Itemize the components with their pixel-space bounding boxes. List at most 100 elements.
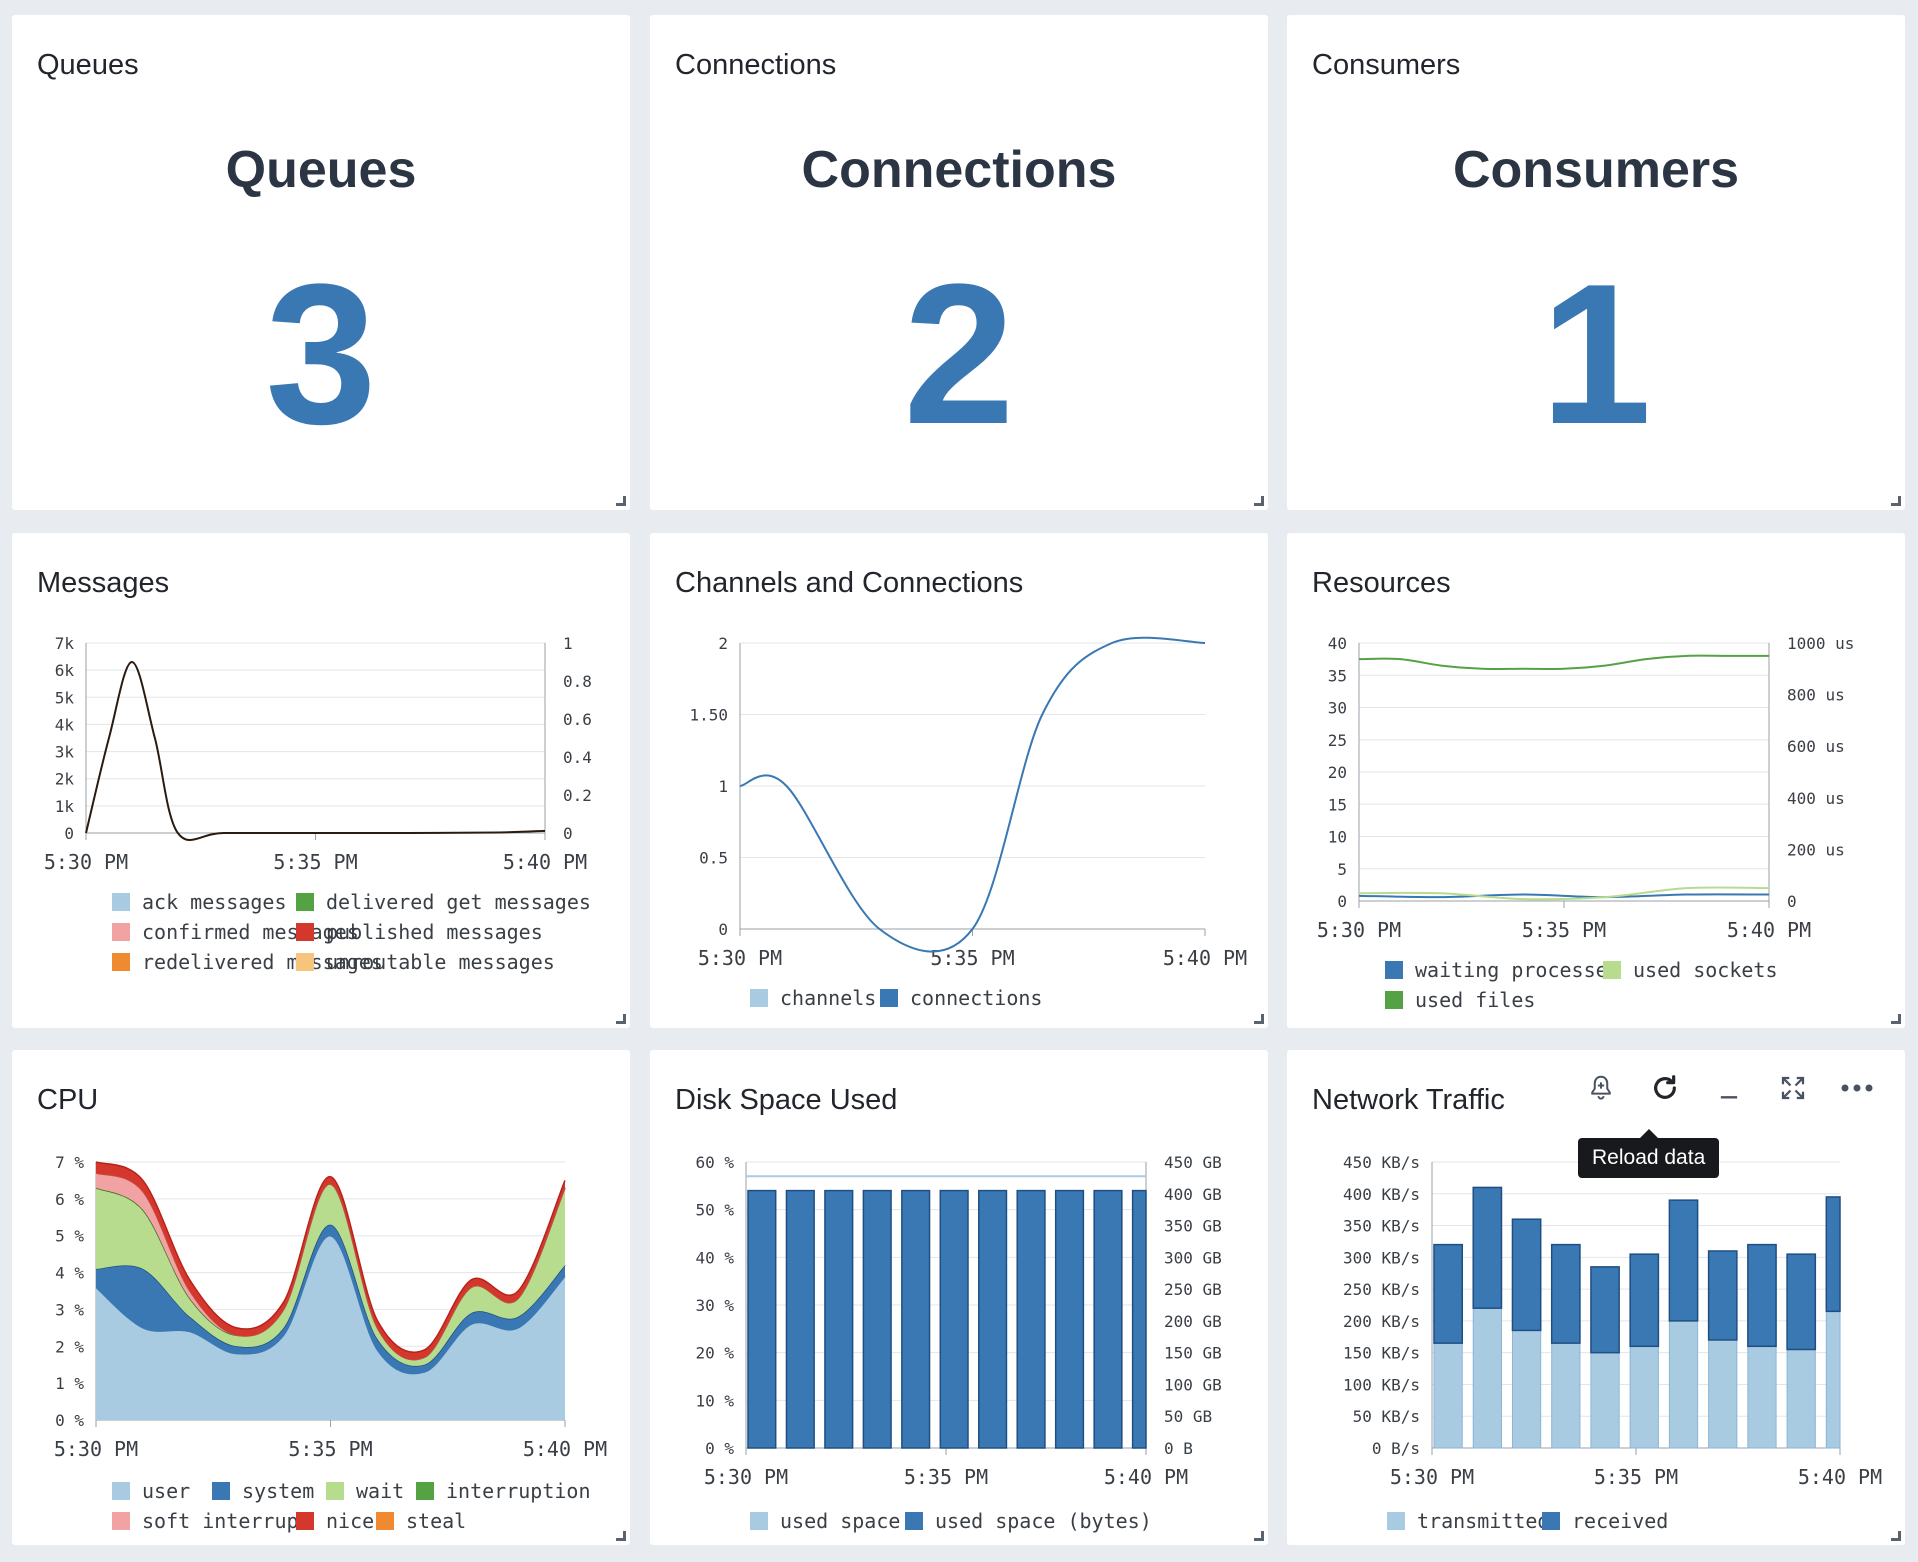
received-bar — [1472, 1186, 1503, 1309]
disk-panel: Disk Space Used 60 % 50 % 40 % 30 % 20 % 10 %… — [650, 1050, 1268, 1545]
transmitted-bar — [1708, 1339, 1738, 1449]
y-tick-label-right: 100 GB — [1164, 1375, 1222, 1394]
transmitted-bar — [1786, 1348, 1816, 1449]
legend-label: nice — [326, 1509, 374, 1533]
y-tick-label: 20 — [1328, 763, 1347, 782]
more-icon — [1841, 1084, 1873, 1092]
y-tick-label: 1 % — [55, 1374, 84, 1393]
y-tick-label-right: 0 — [563, 824, 573, 843]
panel-title: Queues — [37, 49, 139, 81]
legend-swatch — [416, 1482, 434, 1500]
transmitted-bar — [1825, 1310, 1841, 1449]
resize-handle[interactable] — [1254, 1531, 1264, 1541]
legend-swatch — [905, 1512, 923, 1530]
more-button[interactable] — [1839, 1070, 1875, 1106]
legend-label: published messages — [326, 920, 543, 944]
resize-handle[interactable] — [616, 496, 626, 506]
cpu-chart: 7 % 6 % 5 % 4 % 3 % 2 % 1 % 0 % 5:30 PM 5:35 PM 5:… — [54, 1153, 607, 1533]
reload-button[interactable] — [1647, 1070, 1683, 1106]
resize-handle[interactable] — [616, 1014, 626, 1024]
x-tick-label: 5:35 PM — [1594, 1465, 1678, 1489]
x-tick-label: 5:40 PM — [503, 850, 587, 874]
y-tick-label-right: 300 GB — [1164, 1248, 1222, 1267]
legend-swatch — [112, 923, 130, 941]
y-tick-label: 60 % — [695, 1153, 734, 1172]
reload-icon — [1654, 1075, 1676, 1099]
stat-label: Queues — [225, 141, 417, 199]
resize-handle[interactable] — [616, 1531, 626, 1541]
received-bar — [1590, 1266, 1620, 1354]
disk-bar — [978, 1189, 1008, 1449]
legend-label: wait — [356, 1479, 404, 1503]
queues-panel: Queues Queues 3 — [12, 15, 630, 510]
resize-handle[interactable] — [1254, 496, 1264, 506]
y-tick-label: 350 KB/s — [1343, 1217, 1420, 1236]
y-tick-label-right: 0.6 — [563, 710, 592, 729]
transmitted-bar — [1433, 1342, 1463, 1449]
y-tick-label-right: 200 GB — [1164, 1312, 1222, 1331]
x-tick-label: 5:30 PM — [44, 850, 128, 874]
x-tick-label: 5:40 PM — [523, 1437, 607, 1461]
disk-bar — [1016, 1189, 1046, 1449]
x-tick-label: 5:35 PM — [288, 1437, 372, 1461]
minimize-button[interactable] — [1711, 1070, 1747, 1106]
x-tick-label: 5:35 PM — [273, 850, 357, 874]
received-bar — [1747, 1243, 1777, 1348]
y-tick-label-right: 1 — [563, 634, 573, 653]
legend-label: channels — [780, 986, 876, 1010]
y-tick-label-right: 0.8 — [563, 672, 592, 691]
legend-label: received — [1572, 1509, 1668, 1533]
x-tick-label: 5:30 PM — [698, 946, 782, 970]
y-tick-label: 35 — [1328, 666, 1347, 685]
legend-label: user — [142, 1479, 190, 1503]
disk-bar — [747, 1189, 777, 1449]
x-tick-label: 5:35 PM — [1522, 918, 1606, 942]
resize-handle[interactable] — [1891, 496, 1901, 506]
y-tick-label-right: 250 GB — [1164, 1280, 1222, 1299]
channels-chart: 21.5010.505:30 PM 5:35 PM 5:40 PMchannels c… — [689, 634, 1247, 1010]
legend-swatch — [376, 1512, 394, 1530]
add-alert-button[interactable] — [1583, 1070, 1619, 1106]
legend-label: delivered get messages — [326, 890, 591, 914]
legend-label: used space — [780, 1509, 900, 1533]
legend-swatch — [326, 1482, 344, 1500]
legend-swatch — [296, 953, 314, 971]
disk-bar — [1131, 1189, 1147, 1449]
y-tick-label: 100 KB/s — [1343, 1375, 1420, 1394]
x-tick-label: 5:40 PM — [1163, 946, 1247, 970]
y-tick-label: 10 % — [695, 1391, 734, 1410]
y-tick-label: 15 — [1328, 795, 1347, 814]
transmitted-bar — [1629, 1345, 1659, 1449]
stat-value: 3 — [265, 243, 377, 466]
legend-label: transmitted — [1417, 1509, 1549, 1533]
received-bar — [1668, 1199, 1699, 1322]
transmitted-bar — [1668, 1320, 1699, 1449]
messages-chart: 7k 6k 5k 4k 3k 2k 1k 0 1 0.8 0.6 0.4 0.2 0 5:30 PM 5:35… — [44, 634, 592, 974]
received-bar — [1433, 1243, 1463, 1344]
y-tick-label: 250 KB/s — [1343, 1280, 1420, 1299]
resize-handle[interactable] — [1891, 1014, 1901, 1024]
messages-line — [85, 660, 546, 841]
y-tick-label: 0 — [718, 920, 728, 939]
expand-button[interactable] — [1775, 1070, 1811, 1106]
y-tick-label: 200 KB/s — [1343, 1312, 1420, 1331]
y-tick-label: 10 — [1328, 828, 1347, 847]
received-bar — [1786, 1253, 1817, 1351]
transmitted-bar — [1747, 1345, 1777, 1449]
y-tick-label: 25 — [1328, 731, 1347, 750]
resize-handle[interactable] — [1254, 1014, 1264, 1024]
legend-swatch — [1387, 1512, 1405, 1530]
y-tick-label: 3k — [55, 743, 75, 762]
y-tick-label: 50 % — [695, 1201, 734, 1220]
legend-label: waiting processes — [1415, 958, 1620, 982]
transmitted-bar — [1551, 1342, 1581, 1449]
legend-label: used space (bytes) — [935, 1509, 1152, 1533]
resize-handle[interactable] — [1891, 1531, 1901, 1541]
legend-swatch — [112, 1482, 130, 1500]
panel-toolbar — [1583, 1070, 1875, 1106]
legend-label: soft interrupt — [142, 1509, 311, 1533]
y-tick-label: 0 — [1337, 892, 1347, 911]
disk-bar — [939, 1189, 969, 1449]
legend-swatch — [212, 1482, 230, 1500]
expand-icon — [1781, 1076, 1805, 1100]
